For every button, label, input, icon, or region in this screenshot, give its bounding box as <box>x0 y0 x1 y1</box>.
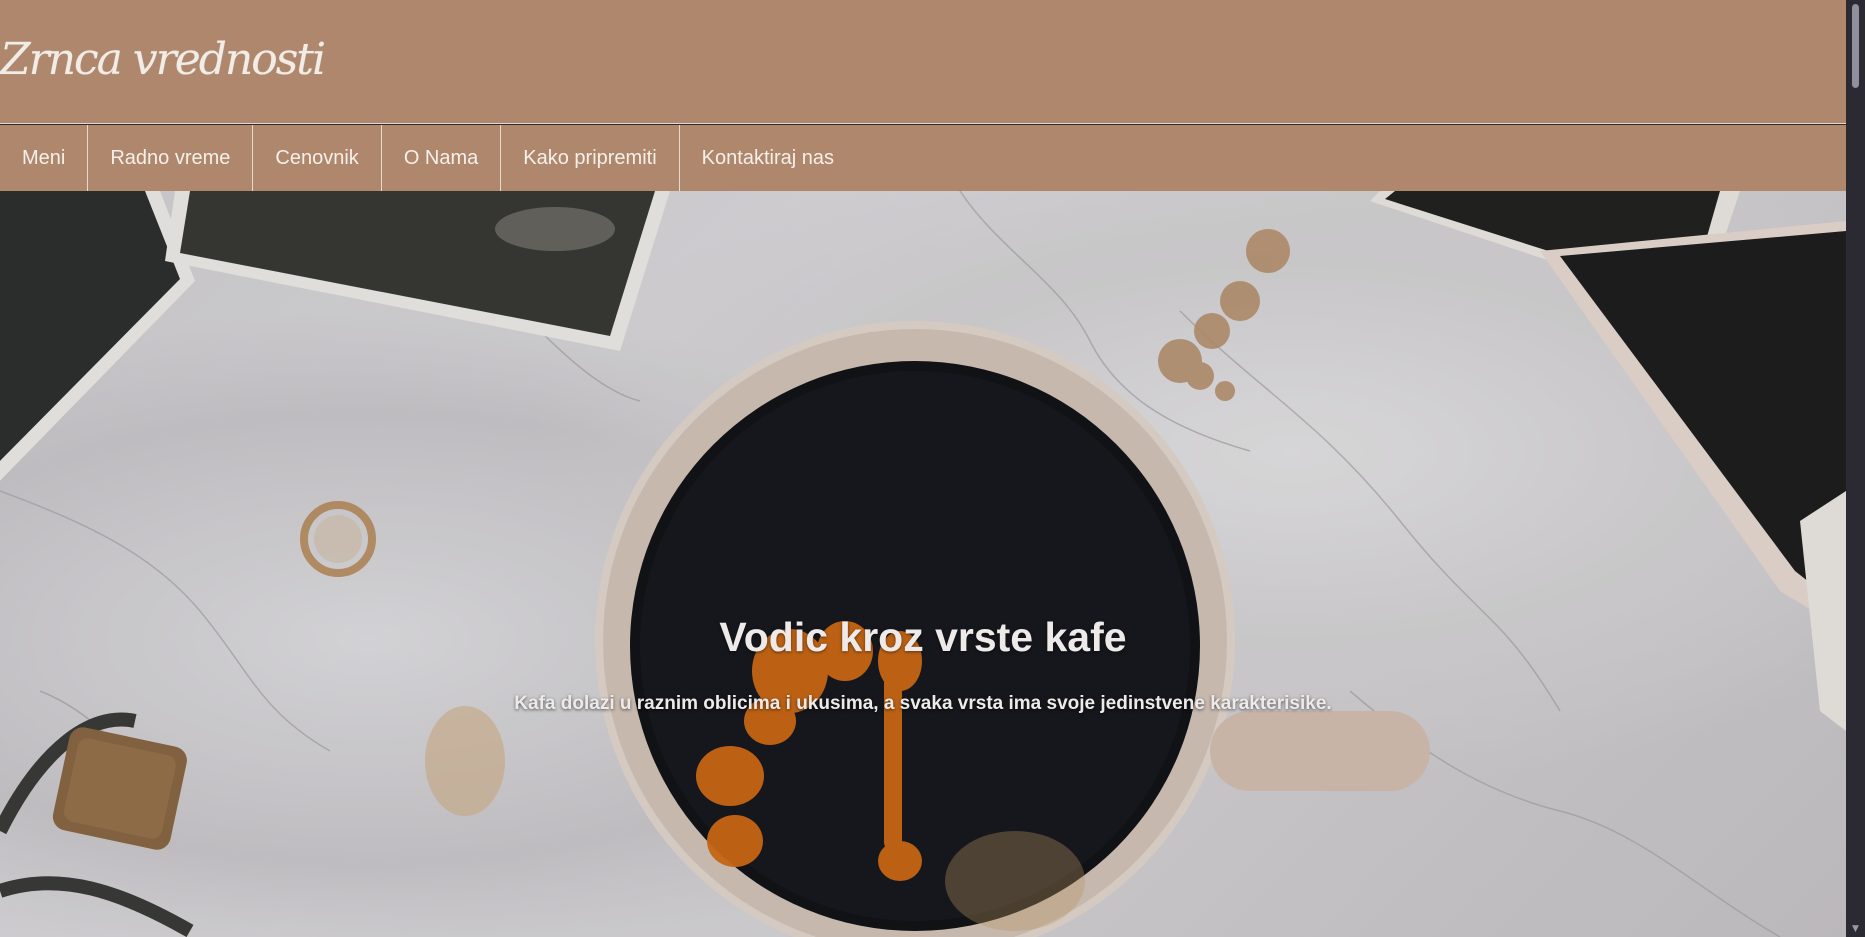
site-title[interactable]: Zrnca vrednosti <box>0 34 326 85</box>
nav-item-kontaktiraj-nas[interactable]: Kontaktiraj nas <box>680 125 856 191</box>
main-nav: Meni Radno vreme Cenovnik O Nama Kako pr… <box>0 125 1846 191</box>
hero-title: Vodic kroz vrste kafe <box>719 614 1127 661</box>
nav-item-radno-vreme[interactable]: Radno vreme <box>88 125 254 191</box>
hero-background-photo <box>0 191 1846 937</box>
chevron-down-icon[interactable]: ▼ <box>1850 925 1861 934</box>
nav-item-cenovnik[interactable]: Cenovnik <box>253 125 382 191</box>
nav-item-kako-pripremiti[interactable]: Kako pripremiti <box>501 125 680 191</box>
page-viewport: Zrnca vrednosti Meni Radno vreme Cenovni… <box>0 0 1846 937</box>
nav-item-meni[interactable]: Meni <box>0 125 89 191</box>
hero-section: Vodic kroz vrste kafe Kafa dolazi u razn… <box>0 191 1846 937</box>
scrollbar-thumb[interactable] <box>1852 4 1859 88</box>
site-header: Zrnca vrednosti <box>0 0 1846 124</box>
nav-item-o-nama[interactable]: O Nama <box>382 125 502 191</box>
page-scrollbar[interactable]: ▼ <box>1846 0 1865 937</box>
hero-subtitle: Kafa dolazi u raznim oblicima i ukusima,… <box>514 693 1332 714</box>
